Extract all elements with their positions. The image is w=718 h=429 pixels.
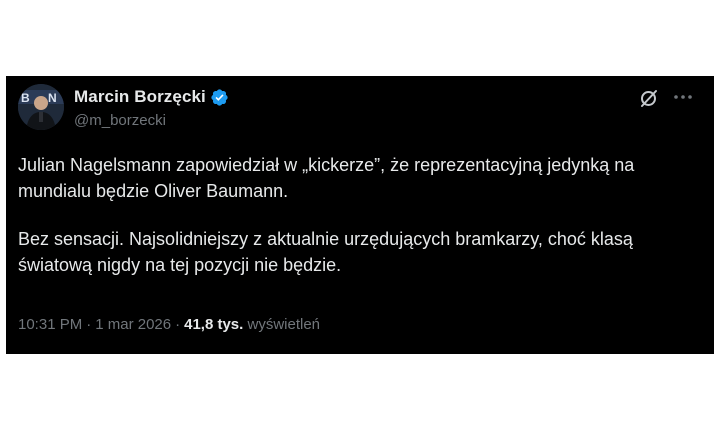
grok-icon[interactable]	[638, 87, 660, 109]
tweet-date[interactable]: 1 mar 2026	[95, 316, 171, 333]
author-handle[interactable]: @m_borzecki	[74, 112, 166, 129]
author-name-row: Marcin Borzęcki	[74, 87, 229, 107]
avatar-image: B N	[18, 84, 64, 130]
author-avatar[interactable]: B N	[18, 84, 64, 130]
tweet-paragraph: Bez sensacji. Najsolidniejszy z aktualni…	[18, 229, 633, 275]
author-display-name[interactable]: Marcin Borzęcki	[74, 87, 206, 107]
verified-badge-icon[interactable]	[210, 88, 229, 107]
tweet-time[interactable]: 10:31 PM	[18, 316, 82, 333]
views-count: 41,8 tys.	[184, 316, 244, 333]
tweet-text: Julian Nagelsmann zapowiedział w „kicker…	[18, 152, 698, 278]
meta-separator: ·	[86, 316, 92, 333]
tweet-paragraph: Julian Nagelsmann zapowiedział w „kicker…	[18, 155, 635, 201]
views-label: wyświetleń	[247, 316, 321, 333]
svg-text:N: N	[48, 91, 57, 105]
meta-separator: ·	[175, 316, 181, 333]
tweet-card: B N Marcin Borzęcki @m_borzecki Julian N…	[6, 76, 714, 354]
svg-text:B: B	[21, 91, 30, 105]
tweet-metadata: 10:31 PM · 1 mar 2026 · 41,8 tys. wyświetleń	[18, 316, 320, 333]
more-options-icon[interactable]	[670, 86, 696, 108]
